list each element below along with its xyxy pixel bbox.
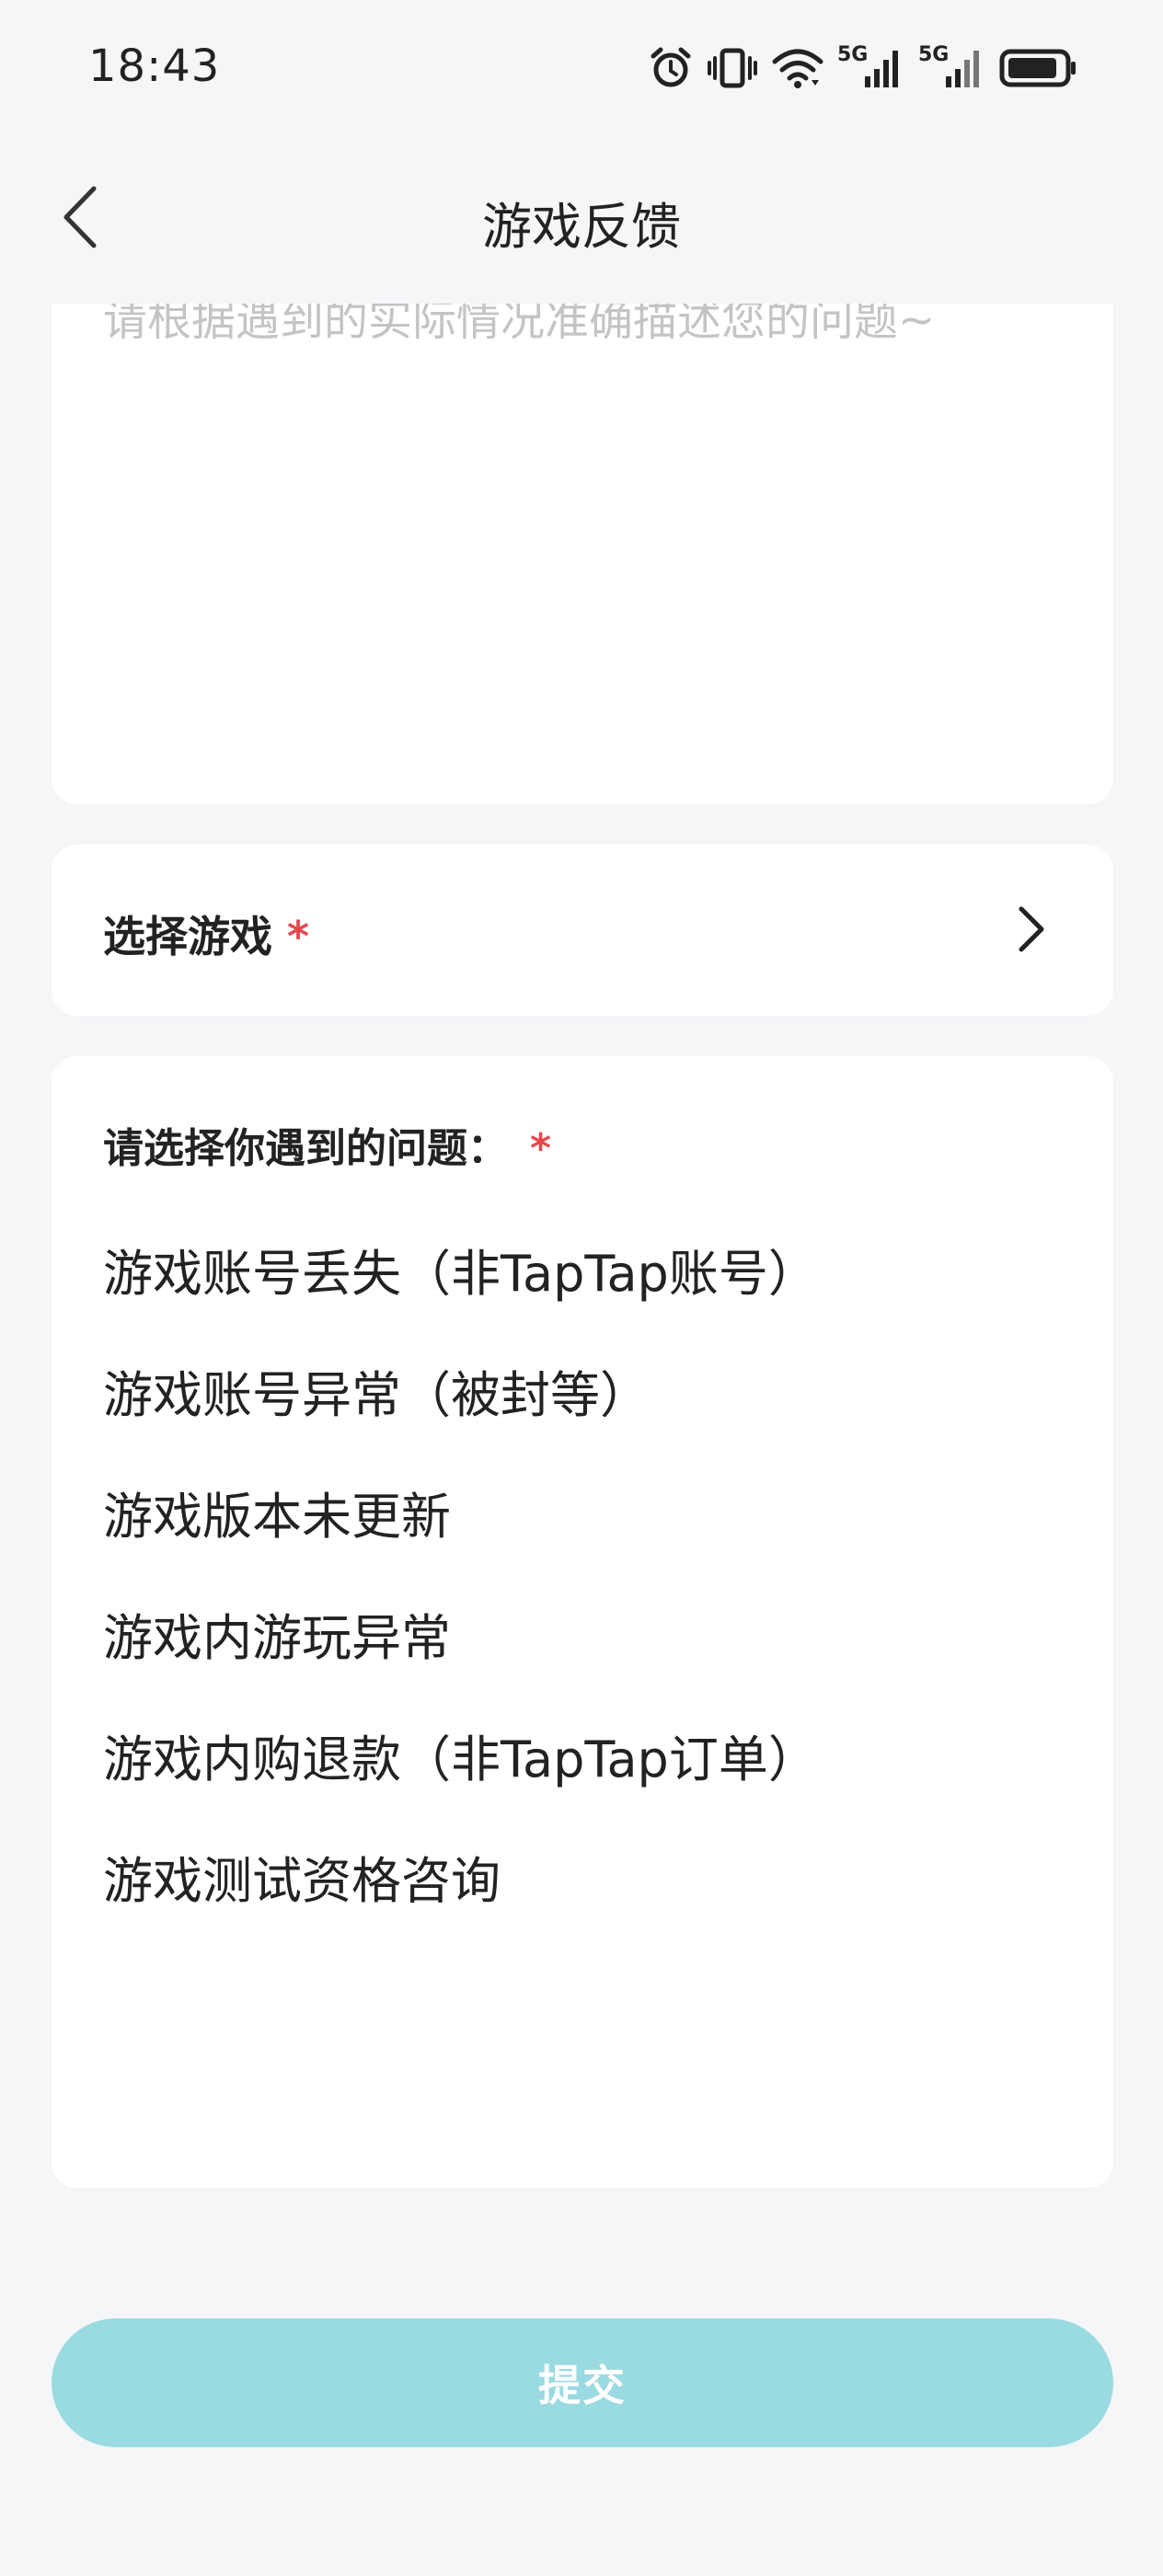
vibrate-icon — [707, 45, 758, 91]
description-card — [52, 304, 1113, 804]
battery-icon — [999, 45, 1078, 91]
select-game-row[interactable]: 选择游戏 * — [52, 845, 1113, 1016]
description-textarea[interactable] — [103, 304, 1078, 780]
required-mark: * — [530, 1125, 552, 1172]
alarm-icon — [648, 45, 694, 91]
problems-heading: 请选择你遇到的问题： * — [103, 1115, 551, 1174]
select-game-label: 选择游戏 * — [103, 903, 309, 964]
problem-option-test-qualification[interactable]: 游戏测试资格咨询 — [52, 1792, 1113, 1960]
status-icons: 5G 5G — [648, 40, 1078, 96]
status-time: 18:43 — [88, 40, 221, 92]
page-title: 游戏反馈 — [482, 198, 681, 256]
app-header: 游戏反馈 — [0, 147, 1163, 285]
problem-list: 游戏账号丢失（非TapTap账号） 游戏账号异常（被封等） 游戏版本未更新 游戏… — [52, 1185, 1113, 1960]
required-mark: * — [287, 912, 310, 961]
status-bar: 18:43 5G 5G — [0, 0, 1163, 147]
signal-5g-icon: 5G — [918, 43, 986, 91]
chevron-right-icon — [1019, 906, 1044, 952]
signal-5g-icon: 5G — [837, 43, 905, 91]
submit-button[interactable]: 提交 — [52, 2318, 1113, 2447]
wifi-icon — [771, 45, 824, 91]
problems-heading-text: 请选择你遇到的问题： — [103, 1125, 508, 1172]
problems-card: 请选择你遇到的问题： * 游戏账号丢失（非TapTap账号） 游戏账号异常（被封等… — [52, 1056, 1113, 2188]
select-game-text: 选择游戏 — [103, 912, 272, 961]
